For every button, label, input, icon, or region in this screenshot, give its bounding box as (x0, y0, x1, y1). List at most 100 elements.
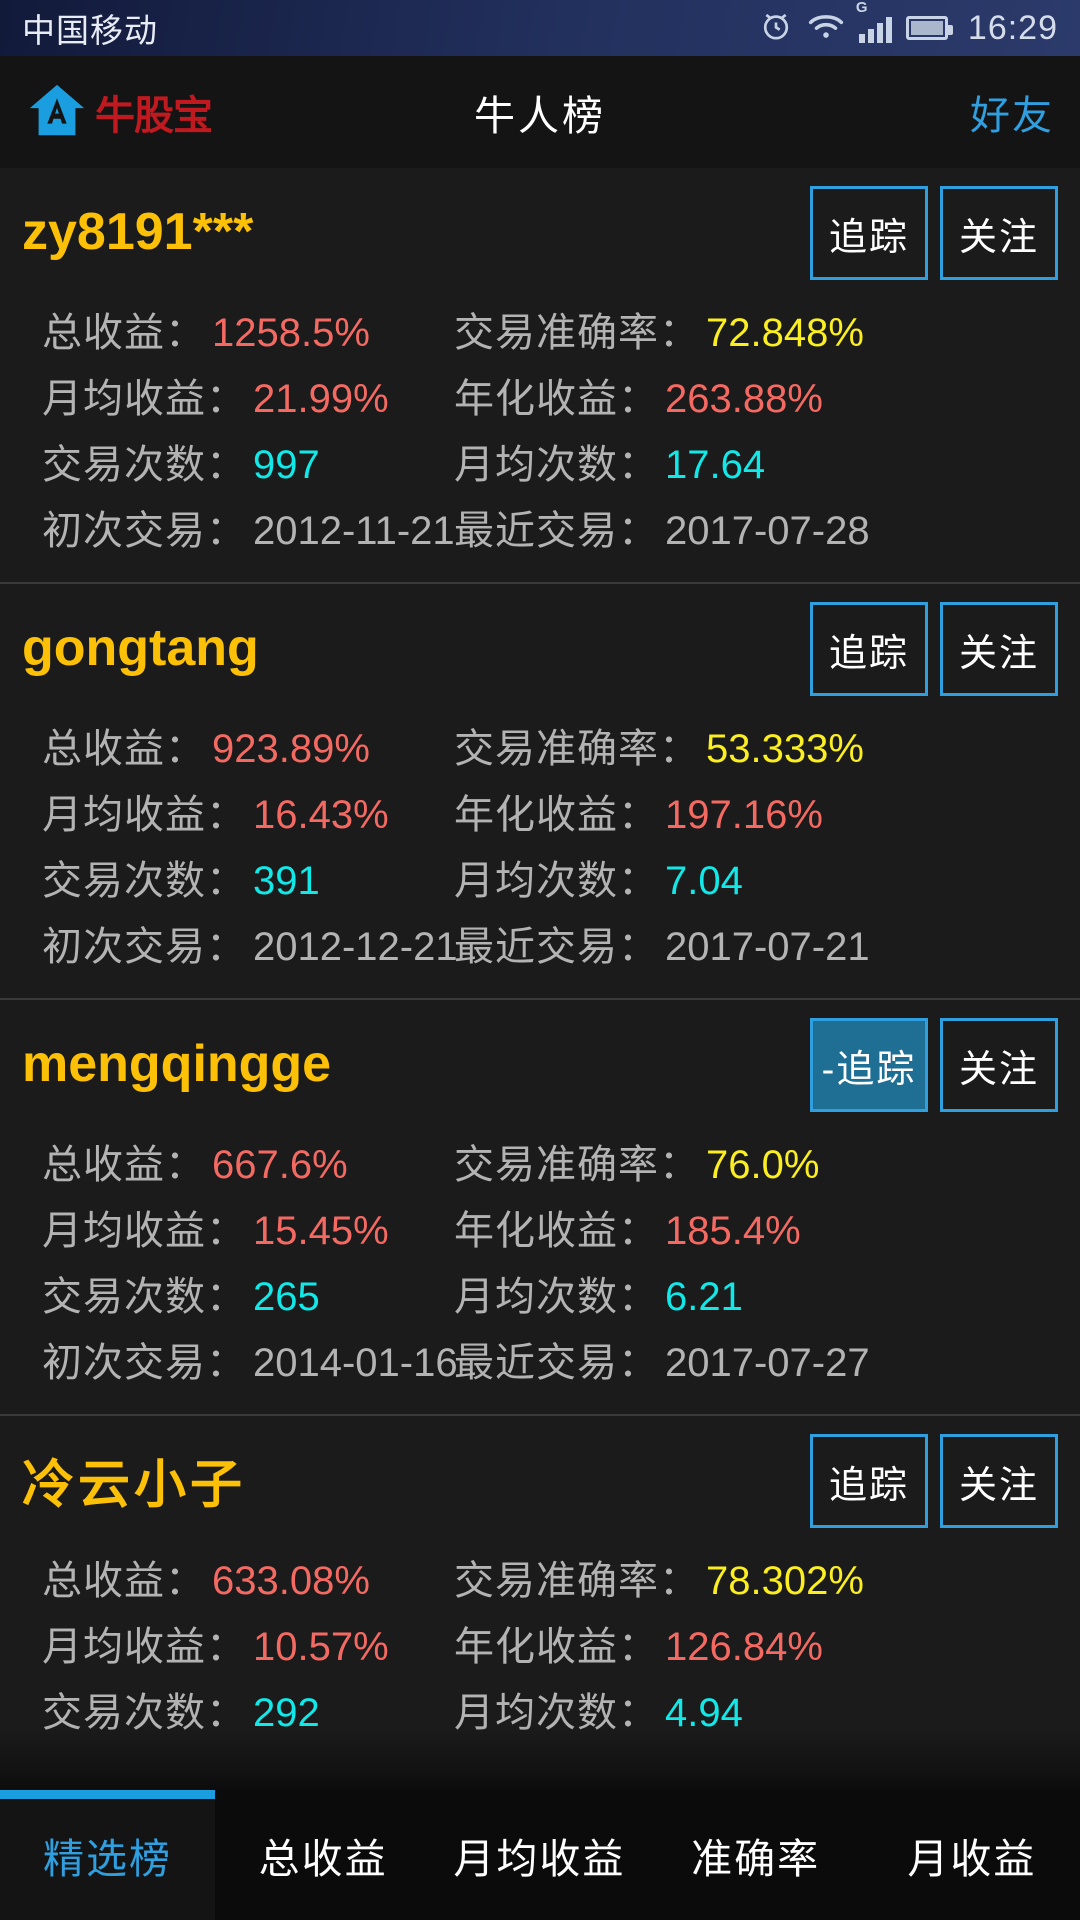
track-button[interactable]: 追踪 (810, 602, 928, 696)
stat-value: 391 (253, 859, 320, 903)
stat-first-trade: 初次交易： 2012-11-21 (0, 498, 455, 556)
stat-value: 2014-01-16 (253, 1341, 458, 1385)
stat-value: 2017-07-27 (665, 1341, 870, 1385)
friends-button[interactable]: 好友 (970, 83, 1054, 141)
stat-label: 最近交易： (454, 925, 659, 969)
user-name[interactable]: mengqingge (22, 1034, 331, 1094)
house-icon (26, 79, 88, 146)
card-header: gongtang 追踪 关注 (0, 584, 1080, 712)
stat-value: 17.64 (665, 443, 766, 487)
stat-last-trade: 最近交易： 2017-07-28 (454, 498, 870, 556)
tab-label: 精选榜 (43, 1836, 172, 1882)
leaderboard-card[interactable]: mengqingge -追踪 关注 总收益： 667.6% 交易准确率： 76.… (0, 998, 1080, 1414)
stat-monthly-count: 月均次数： 4.94 (454, 1680, 743, 1738)
track-button[interactable]: 追踪 (810, 1434, 928, 1528)
signal-icon: G (856, 0, 892, 43)
stat-label: 交易准确率： (454, 1559, 700, 1603)
tab-3[interactable]: 准确率 (647, 1790, 864, 1920)
stat-label: 月均收益： (42, 1209, 247, 1253)
stat-value: 76.0% (706, 1143, 820, 1187)
stat-value: 185.4% (665, 1209, 801, 1253)
stat-value: 197.16% (665, 793, 823, 837)
leaderboard-card[interactable]: 冷云小子 追踪 关注 总收益： 633.08% 交易准确率： 78.302% 月… (0, 1414, 1080, 1790)
stat-value: 292 (253, 1691, 320, 1735)
stat-row-return: 总收益： 1258.5% 交易准确率： 72.848% (0, 296, 1080, 362)
stat-label: 年化收益： (454, 1209, 659, 1253)
stat-monthly-count: 月均次数： 6.21 (454, 1264, 743, 1322)
stat-label: 最近交易： (454, 509, 659, 553)
stat-accuracy: 交易准确率： 76.0% (454, 1132, 819, 1190)
follow-button[interactable]: 关注 (940, 602, 1058, 696)
stat-label: 月均收益： (42, 1625, 247, 1669)
stat-label: 年化收益： (454, 1625, 659, 1669)
stat-row-monthly: 月均收益： 15.45% 年化收益： 185.4% (0, 1194, 1080, 1260)
stat-annualized: 年化收益： 197.16% (454, 782, 823, 840)
track-button[interactable]: 追踪 (810, 186, 928, 280)
stat-total-return: 总收益： 633.08% (0, 1548, 454, 1606)
network-type-label: G (855, 0, 868, 16)
stat-value: 2017-07-28 (665, 509, 870, 553)
user-name[interactable]: gongtang (22, 618, 259, 678)
follow-button[interactable]: 关注 (940, 1018, 1058, 1112)
leaderboard-card[interactable]: gongtang 追踪 关注 总收益： 923.89% 交易准确率： 53.33… (0, 582, 1080, 998)
stat-accuracy: 交易准确率： 78.302% (454, 1548, 864, 1606)
tab-0[interactable]: 精选榜 (0, 1790, 215, 1920)
stat-label: 月均收益： (42, 377, 247, 421)
stat-value: 21.99% (253, 377, 389, 421)
stat-row-dates: 初次交易： 2012-12-21 最近交易： 2017-07-21 (0, 910, 1080, 976)
stat-value: 72.848% (706, 311, 864, 355)
stat-value: 997 (253, 443, 320, 487)
follow-button[interactable]: 关注 (940, 1434, 1058, 1528)
follow-button[interactable]: 关注 (940, 186, 1058, 280)
stat-value: 2017-07-21 (665, 925, 870, 969)
tab-1[interactable]: 总收益 (215, 1790, 432, 1920)
stat-last-trade: 最近交易： 2017-07-21 (454, 914, 870, 972)
stat-value: 923.89% (212, 727, 370, 771)
card-stats: 总收益： 667.6% 交易准确率： 76.0% 月均收益： 15.45% 年化… (0, 1128, 1080, 1414)
stat-value: 2012-11-21 (253, 509, 455, 553)
stat-row-return: 总收益： 923.89% 交易准确率： 53.333% (0, 712, 1080, 778)
card-stats: 总收益： 1258.5% 交易准确率： 72.848% 月均收益： 21.99%… (0, 296, 1080, 582)
card-stats: 总收益： 923.89% 交易准确率： 53.333% 月均收益： 16.43%… (0, 712, 1080, 998)
stat-monthly-count: 月均次数： 7.04 (454, 848, 743, 906)
bottom-tab-bar[interactable]: 精选榜 总收益 月均收益 准确率 月收益 (0, 1790, 1080, 1920)
stat-monthly-return: 月均收益： 10.57% (0, 1614, 454, 1672)
card-header: 冷云小子 追踪 关注 (0, 1416, 1080, 1544)
stat-label: 交易次数： (42, 1275, 247, 1319)
stat-label: 初次交易： (42, 925, 247, 969)
stat-label: 月均次数： (454, 1691, 659, 1735)
stat-label: 总收益： (42, 311, 206, 355)
brand-logo[interactable]: 牛股宝 (26, 79, 213, 146)
wifi-icon (807, 11, 845, 46)
tab-4[interactable]: 月收益 (863, 1790, 1080, 1920)
stat-label: 交易次数： (42, 443, 247, 487)
card-actions: 追踪 关注 (810, 602, 1058, 696)
tab-2[interactable]: 月均收益 (431, 1790, 648, 1920)
app-root: 中国移动 G 16:29 牛股宝 牛人榜 好友 zy8191*** 追踪 关注 … (0, 0, 1080, 1920)
stat-annualized: 年化收益： 126.84% (454, 1614, 823, 1672)
brand-name: 牛股宝 (95, 94, 213, 138)
leaderboard-list[interactable]: zy8191*** 追踪 关注 总收益： 1258.5% 交易准确率： 72.8… (0, 168, 1080, 1790)
stat-value: 53.333% (706, 727, 864, 771)
stat-row-dates: 初次交易： 2012-11-21 最近交易： 2017-07-28 (0, 494, 1080, 560)
stat-label: 总收益： (42, 1559, 206, 1603)
stat-row-counts: 交易次数： 391 月均次数： 7.04 (0, 844, 1080, 910)
card-header: mengqingge -追踪 关注 (0, 1000, 1080, 1128)
stat-accuracy: 交易准确率： 53.333% (454, 716, 864, 774)
card-header: zy8191*** 追踪 关注 (0, 168, 1080, 296)
stat-label: 交易准确率： (454, 727, 700, 771)
stat-label: 月均次数： (454, 859, 659, 903)
stat-total-return: 总收益： 667.6% (0, 1132, 454, 1190)
stat-value: 263.88% (665, 377, 823, 421)
leaderboard-card[interactable]: zy8191*** 追踪 关注 总收益： 1258.5% 交易准确率： 72.8… (0, 168, 1080, 582)
stat-monthly-return: 月均收益： 15.45% (0, 1198, 454, 1256)
track-button[interactable]: -追踪 (810, 1018, 928, 1112)
stat-row-counts: 交易次数： 292 月均次数： 4.94 (0, 1676, 1080, 1742)
stat-monthly-return: 月均收益： 21.99% (0, 366, 454, 424)
user-name[interactable]: 冷云小子 (22, 1443, 246, 1518)
stat-row-return: 总收益： 667.6% 交易准确率： 76.0% (0, 1128, 1080, 1194)
user-name[interactable]: zy8191*** (22, 202, 253, 262)
stat-label: 交易次数： (42, 859, 247, 903)
stat-value: 126.84% (665, 1625, 823, 1669)
stat-label: 月均收益： (42, 793, 247, 837)
